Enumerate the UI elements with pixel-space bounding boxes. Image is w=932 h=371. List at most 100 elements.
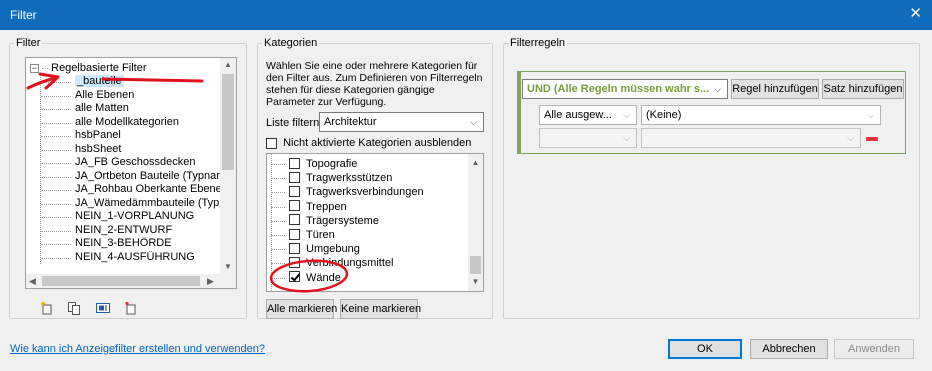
category-scrollbar[interactable]: ▲ ▼ bbox=[468, 154, 483, 291]
category-checkbox[interactable] bbox=[289, 256, 300, 268]
category-list[interactable]: Topografie Tragwerksstützen Tragwerksverbi… bbox=[266, 153, 484, 292]
tree-item-label: alle Matten bbox=[75, 102, 129, 114]
scroll-hthumb[interactable] bbox=[42, 276, 200, 286]
scroll-thumb[interactable] bbox=[470, 256, 481, 274]
tree-root[interactable]: − Regelbasierte Filter bbox=[30, 62, 147, 74]
category-label: Topografie bbox=[306, 158, 358, 170]
hide-inactive-label: Nicht aktivierte Kategorien ausblenden bbox=[283, 137, 472, 149]
check-none-button[interactable]: Keine markieren bbox=[340, 299, 421, 319]
rename-icon[interactable] bbox=[96, 301, 110, 315]
rule-value-value: (Keine) bbox=[646, 109, 682, 121]
scroll-left-icon[interactable]: ◀ bbox=[29, 274, 36, 288]
tree-item[interactable]: Alle Ebenen bbox=[41, 89, 226, 103]
category-checkbox[interactable] bbox=[289, 271, 300, 283]
category-item[interactable]: Verbindungsmittel bbox=[267, 256, 467, 270]
tree-root-label: Regelbasierte Filter bbox=[51, 62, 147, 74]
category-item[interactable]: Topografie bbox=[267, 157, 467, 171]
tree-item[interactable]: JA_Ortbeton Bauteile (Typname) bbox=[41, 170, 226, 184]
tree-item[interactable]: JA_Wämedämmbauteile (Typna... bbox=[41, 197, 226, 211]
rule2-param-select[interactable]: ⌵ bbox=[539, 128, 637, 148]
tree-item[interactable]: NEIN_2-ENTWURF bbox=[41, 224, 226, 238]
check-all-button[interactable]: Alle markieren bbox=[266, 299, 337, 319]
list-filter-select[interactable]: Architektur ⌵ bbox=[319, 112, 484, 132]
category-checkbox[interactable] bbox=[289, 228, 300, 240]
tree-item[interactable]: JA_FB Geschossdecken bbox=[41, 156, 226, 170]
hide-inactive-checkbox[interactable] bbox=[266, 137, 277, 149]
category-label: Umgebung bbox=[306, 243, 360, 256]
scroll-down-icon[interactable]: ▼ bbox=[220, 260, 236, 274]
category-label: Tragwerksstützen bbox=[306, 172, 393, 185]
logic-select[interactable]: UND (Alle Regeln müssen wahr s... ⌵ bbox=[522, 79, 728, 99]
tree-item-label: alle Modellkategorien bbox=[75, 115, 179, 128]
tree-item[interactable]: hsbSheet bbox=[41, 143, 226, 157]
category-item[interactable]: Tragwerksstützen bbox=[267, 171, 467, 185]
category-checkbox[interactable] bbox=[289, 214, 300, 226]
filter-tree[interactable]: − Regelbasierte Filter _bauteile Alle Ebe… bbox=[25, 57, 237, 289]
tree-item[interactable]: _bauteile bbox=[41, 75, 226, 89]
category-label: Wände bbox=[306, 271, 341, 284]
tree-item[interactable]: hsbPanel bbox=[41, 129, 226, 143]
categories-description: Wählen Sie eine oder mehrere Kategorien … bbox=[266, 60, 483, 108]
category-item[interactable]: Tragwerksverbindungen bbox=[267, 185, 467, 199]
category-checkbox[interactable] bbox=[289, 185, 300, 197]
duplicate-icon[interactable] bbox=[67, 301, 81, 315]
scroll-up-icon[interactable]: ▲ bbox=[220, 58, 236, 72]
tree-item[interactable]: JA_Rohbau Oberkante Ebenen bbox=[41, 183, 226, 197]
tree-item-label: NEIN_1-VORPLANUNG bbox=[75, 210, 195, 222]
tree-item-label: JA_Rohbau Oberkante Ebenen bbox=[75, 183, 226, 195]
tree-item[interactable]: alle Modellkategorien bbox=[41, 116, 226, 130]
category-label: Tragwerksverbindungen bbox=[306, 186, 424, 199]
delete-icon[interactable] bbox=[124, 301, 138, 315]
rule-param-value: Alle ausgew... bbox=[544, 109, 612, 121]
title-bar: Filter ✕ bbox=[0, 0, 932, 30]
category-checkbox[interactable] bbox=[289, 171, 300, 183]
tree-item[interactable]: NEIN_4-AUSFÜHRUNG bbox=[41, 251, 226, 265]
chevron-down-icon: ⌵ bbox=[470, 117, 477, 127]
tree-item-label: NEIN_3-BEHÖRDE bbox=[75, 237, 172, 249]
apply-button[interactable]: Anwenden bbox=[834, 339, 914, 359]
category-item[interactable]: Trägersysteme bbox=[267, 214, 467, 228]
add-rule-button[interactable]: Regel hinzufügen bbox=[731, 79, 819, 99]
tree-item-label: NEIN_2-ENTWURF bbox=[75, 223, 173, 236]
tree-item[interactable]: NEIN_3-BEHÖRDE bbox=[41, 237, 226, 251]
scroll-down-icon[interactable]: ▼ bbox=[468, 275, 483, 289]
tree-vertical-scrollbar[interactable]: ▲ ▼ bbox=[220, 58, 236, 274]
rule2-value-select[interactable]: ⌵ bbox=[641, 128, 861, 148]
scroll-right-icon[interactable]: ▶ bbox=[207, 274, 214, 288]
tree-item-label: NEIN_4-AUSFÜHRUNG bbox=[75, 250, 195, 263]
list-filter-value: Architektur bbox=[324, 116, 377, 128]
category-item[interactable]: Türen bbox=[267, 228, 467, 242]
filter-legend: Filter bbox=[16, 37, 41, 49]
add-set-button[interactable]: Satz hinzufügen bbox=[822, 79, 904, 99]
tree-horizontal-scrollbar[interactable]: ◀ ▶ bbox=[26, 274, 236, 288]
ok-button[interactable]: OK bbox=[668, 339, 742, 359]
new-filter-icon[interactable] bbox=[40, 301, 54, 315]
chevron-down-icon: ⌵ bbox=[714, 84, 721, 94]
category-item[interactable]: Umgebung bbox=[267, 242, 467, 256]
category-item[interactable]: Wände bbox=[267, 271, 467, 285]
category-item[interactable]: Treppen bbox=[267, 200, 467, 214]
tree-item[interactable]: alle Matten bbox=[41, 102, 226, 116]
collapse-icon[interactable]: − bbox=[30, 63, 39, 73]
cancel-button[interactable]: Abbrechen bbox=[750, 339, 828, 359]
chevron-down-icon: ⌵ bbox=[623, 110, 630, 120]
categories-legend: Kategorien bbox=[264, 37, 318, 49]
hide-inactive-option[interactable]: Nicht aktivierte Kategorien ausblenden bbox=[266, 137, 471, 149]
category-checkbox[interactable] bbox=[289, 242, 300, 254]
tree-item-label: hsbSheet bbox=[75, 142, 122, 155]
remove-rule-icon[interactable] bbox=[866, 137, 878, 141]
chevron-down-icon: ⌵ bbox=[867, 110, 874, 120]
close-icon[interactable]: ✕ bbox=[909, 5, 922, 23]
window-title: Filter bbox=[10, 8, 37, 22]
scroll-thumb[interactable] bbox=[222, 74, 234, 170]
category-label: Türen bbox=[306, 228, 335, 241]
rule-value-select[interactable]: (Keine) ⌵ bbox=[641, 105, 881, 125]
rule-param-select[interactable]: Alle ausgew... ⌵ bbox=[539, 105, 637, 125]
help-link[interactable]: Wie kann ich Anzeigefilter erstellen und… bbox=[10, 343, 265, 355]
tree-item-label: JA_FB Geschossdecken bbox=[75, 156, 196, 168]
chevron-down-icon: ⌵ bbox=[847, 133, 854, 143]
category-checkbox[interactable] bbox=[289, 200, 300, 212]
tree-item[interactable]: NEIN_1-VORPLANUNG bbox=[41, 210, 226, 224]
scroll-up-icon[interactable]: ▲ bbox=[468, 156, 483, 170]
category-checkbox[interactable] bbox=[289, 157, 300, 169]
